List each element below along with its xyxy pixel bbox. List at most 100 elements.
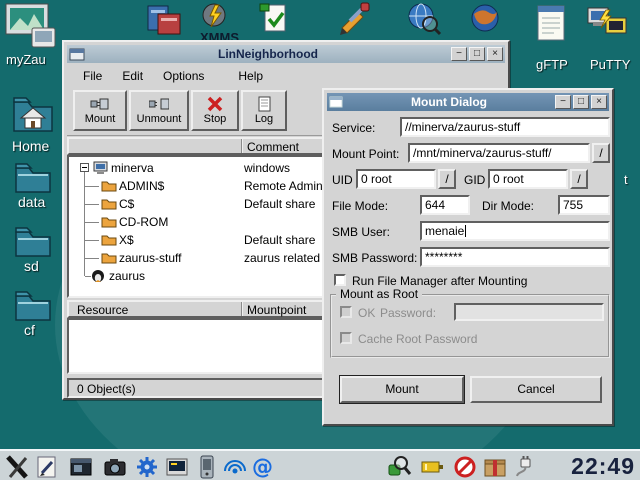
wireless-signal-icon [222,454,248,480]
gear-icon [134,454,160,480]
root-password-input [454,303,604,321]
collapse-icon[interactable] [80,163,89,172]
taskbar-plug-applet[interactable] [512,454,538,480]
desktop-icon-filemanager[interactable] [146,2,182,38]
taskbar-camera-button[interactable] [102,454,128,480]
cache-root-password-label: Cache Root Password [358,332,477,346]
tree-comment: zaurus related [244,251,320,265]
taskbar-pda-button[interactable] [194,454,220,480]
desktop: myZau Home data sd cf [0,0,640,480]
desktop-icon-label-myzaurus[interactable]: myZau [6,52,46,67]
menu-options[interactable]: Options [153,66,214,86]
desktop-icon-label-putty[interactable]: PuTTY [590,57,630,72]
gid-input[interactable]: 0 root [488,169,568,189]
root-ok-checkbox[interactable] [340,306,352,318]
zaurus-host-icon [91,269,105,283]
taskbar-search-applet[interactable] [386,454,412,480]
mountpoint-browse-button[interactable]: / [592,143,610,163]
dirmode-input[interactable]: 755 [558,195,610,215]
filemode-input[interactable]: 644 [420,195,470,215]
cancel-button[interactable]: Cancel [470,376,602,403]
host-icon [93,161,109,175]
desktop-icon-cf[interactable] [14,286,52,322]
uid-input[interactable]: 0 root [356,169,436,189]
taskbar-editor-button[interactable] [34,454,60,480]
run-filemanager-label: Run File Manager after Mounting [352,274,527,288]
taskbar-battery-applet[interactable] [420,454,446,480]
maximize-button[interactable]: □ [573,95,589,109]
comment-column-header[interactable]: Comment [247,140,299,154]
desktop-icon-label-data[interactable]: data [18,194,45,210]
desktop-icon-label-cf[interactable]: cf [24,322,35,338]
menu-edit[interactable]: Edit [112,66,153,86]
run-filemanager-checkbox[interactable] [334,274,346,286]
window-titlebar[interactable]: LinNeighborhood − □ × [67,45,505,63]
mountpoint-input[interactable]: /mnt/minerva/zaurus-stuff/ [408,143,590,163]
taskbar-wireless-button[interactable] [222,454,248,480]
minimize-button[interactable]: − [451,47,467,61]
service-input[interactable]: //minerva/zaurus-stuff [400,117,610,137]
tree-label: X$ [119,233,134,247]
desktop-icon-gftp[interactable] [534,2,568,44]
dialog-titlebar[interactable]: Mount Dialog − □ × [327,93,609,111]
desktop-icon-label-gftp[interactable]: gFTP [536,57,568,72]
desktop-icon-tools[interactable] [336,2,370,36]
desktop-icon-web-search[interactable] [406,2,442,38]
maximize-button[interactable]: □ [469,47,485,61]
pda-icon [194,454,220,480]
taskbar-blocked-applet[interactable] [452,454,478,480]
root-ok-label: OK [358,306,375,320]
mountpoint-column-header[interactable]: Mountpoint [247,303,306,317]
smbuser-label: SMB User: [332,225,390,239]
desktop-icon-label-sd[interactable]: sd [24,258,39,274]
taskbar-clock: 22:49 [571,453,635,480]
folder-icon [101,215,117,228]
stop-toolbar-button[interactable]: Stop [191,90,239,131]
unmount-toolbar-button[interactable]: Unmount [129,90,189,131]
desktop-icon-xmms[interactable] [198,2,230,30]
smbpassword-input[interactable]: ******** [420,247,610,267]
folder-icon [14,286,52,322]
resource-column-header[interactable]: Resource [77,303,128,317]
taskbar-mail-button[interactable]: @ [250,454,276,480]
desktop-icon-browser[interactable] [468,2,504,38]
menu-help[interactable]: Help [228,66,273,86]
mountpoint-label: Mount Point: [332,147,399,161]
blocked-icon [452,454,478,480]
column-divider[interactable] [241,302,243,316]
taskbar-terminal-button[interactable] [164,454,190,480]
desktop-icon-home[interactable] [12,92,54,134]
folder-icon [101,233,117,246]
menu-file[interactable]: File [73,66,112,86]
desktop-icon-label-home[interactable]: Home [12,138,49,154]
mount-dialog: Mount Dialog − □ × Service: //minerva/za… [322,88,614,426]
close-button[interactable]: × [487,47,503,61]
taskbar-settings-button[interactable] [134,454,160,480]
tools-icon [336,2,370,36]
desktop-icon-checkmark[interactable] [258,2,290,34]
taskbar-package-applet[interactable] [482,454,508,480]
gid-browse-button[interactable]: / [570,169,588,189]
desktop-icon-sd[interactable] [14,222,52,258]
close-button[interactable]: × [591,95,607,109]
taskbar-xfree86-button[interactable] [4,454,30,480]
minimize-button[interactable]: − [555,95,571,109]
mount-toolbar-button[interactable]: Mount [73,90,127,131]
x-window-icon [4,454,30,480]
menubar: File Edit Options Help [67,65,505,86]
desktop-icon-myzaurus[interactable] [4,2,58,50]
log-toolbar-button[interactable]: Log [241,90,287,131]
filemanager-icon [146,2,182,38]
taskbar-screenshot-button[interactable] [68,454,94,480]
mount-button[interactable]: Mount [340,376,464,403]
magnifier-icon [386,454,412,480]
uid-browse-button[interactable]: / [438,169,456,189]
service-label: Service: [332,121,375,135]
smbuser-input[interactable]: menaie [420,221,610,241]
dialog-title: Mount Dialog [345,95,553,109]
desktop-icon-putty[interactable] [586,4,630,42]
partial-desktop-label: t [624,172,628,187]
column-divider[interactable] [241,139,243,153]
desktop-icon-data[interactable] [14,158,52,194]
cache-root-password-checkbox[interactable] [340,332,352,344]
